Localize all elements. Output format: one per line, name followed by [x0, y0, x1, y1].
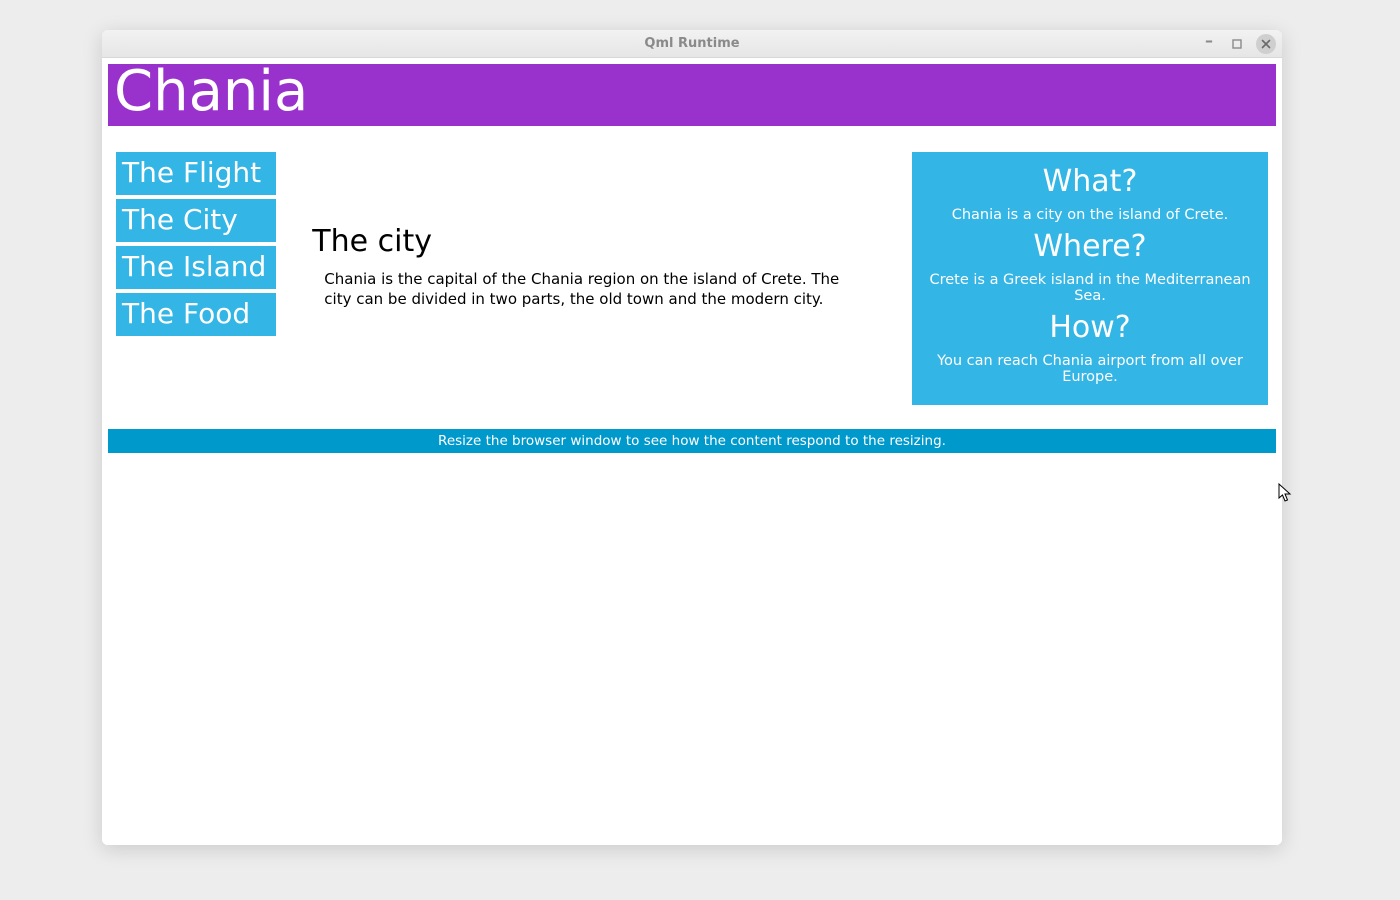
footer-text: Resize the browser window to see how the…	[438, 433, 946, 449]
footer-bar: Resize the browser window to see how the…	[108, 429, 1276, 453]
nav-item-label: The Flight	[122, 156, 261, 189]
nav-menu: The Flight The City The Island The Food	[116, 152, 276, 336]
window-maximize-button[interactable]	[1228, 35, 1246, 53]
side-panel: What? Chania is a city on the island of …	[912, 152, 1268, 405]
nav-item-flight[interactable]: The Flight	[116, 152, 276, 195]
window-titlebar[interactable]: Qml Runtime –	[102, 30, 1282, 58]
side-body-what: Chania is a city on the island of Crete.	[922, 207, 1258, 223]
page-header: Chania	[108, 64, 1276, 126]
nav-item-island[interactable]: The Island	[116, 246, 276, 289]
nav-item-label: The City	[122, 203, 238, 236]
nav-item-food[interactable]: The Food	[116, 293, 276, 336]
side-body-how: You can reach Chania airport from all ov…	[922, 353, 1258, 385]
window-controls: –	[1200, 30, 1276, 57]
side-heading-what: What?	[922, 164, 1258, 199]
side-heading-where: Where?	[922, 229, 1258, 264]
main-content: The city Chania is the capital of the Ch…	[296, 152, 892, 310]
window-title: Qml Runtime	[644, 36, 739, 51]
content-heading: The city	[312, 224, 852, 259]
nav-item-city[interactable]: The City	[116, 199, 276, 242]
desktop: Qml Runtime – Chania The Flight	[0, 0, 1400, 900]
page-title: Chania	[114, 59, 308, 124]
window-minimize-button[interactable]: –	[1200, 35, 1218, 53]
main-layout: The Flight The City The Island The Food …	[108, 152, 1276, 405]
client-area: Chania The Flight The City The Island Th…	[102, 58, 1282, 845]
content-body: Chania is the capital of the Chania regi…	[312, 269, 852, 310]
nav-item-label: The Food	[122, 297, 250, 330]
side-body-where: Crete is a Greek island in the Mediterra…	[922, 272, 1258, 304]
nav-item-label: The Island	[122, 250, 266, 283]
side-heading-how: How?	[922, 310, 1258, 345]
app-window: Qml Runtime – Chania The Flight	[102, 30, 1282, 845]
window-close-button[interactable]	[1256, 34, 1276, 54]
